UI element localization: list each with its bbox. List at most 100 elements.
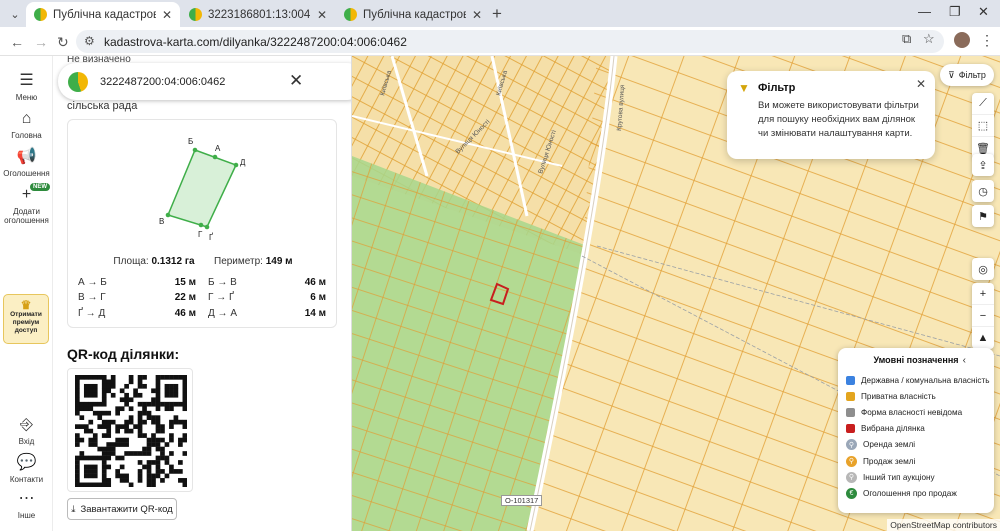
close-tab-icon[interactable]: ✕ <box>472 8 482 22</box>
legend-item: ⚲ Продаж землі <box>846 453 986 469</box>
menu-button[interactable]: ☰ Меню <box>0 72 53 102</box>
download-icon: ⤓ <box>71 503 76 515</box>
left-nav-rail: ☰ Меню ⌂ Головна 📢 Оголошення NEW + Дода… <box>0 56 53 531</box>
collapse-legend-icon[interactable]: ‹ <box>963 355 966 366</box>
funnel-icon: ⊽ <box>948 69 955 80</box>
vertex-label-a: А <box>215 144 221 153</box>
share-icon[interactable]: ⇪ <box>972 154 994 176</box>
draw-line-icon[interactable]: ⟋ <box>972 93 994 115</box>
reload-button[interactable]: ↻ <box>57 34 69 51</box>
segment-edge: Д → А <box>208 308 237 319</box>
vertex-a <box>212 154 218 160</box>
clear-search-icon[interactable]: ✕ <box>289 71 303 91</box>
parcel-polygon <box>166 149 238 228</box>
map-attribution[interactable]: OpenStreetMap contributors <box>887 519 1000 531</box>
segment-edge: Г → Ґ <box>208 292 234 303</box>
browser-menu-icon[interactable]: ⋮ <box>980 32 994 49</box>
vertex-label-b: Б <box>188 137 193 146</box>
profile-avatar[interactable] <box>954 32 970 48</box>
site-favicon-icon <box>34 8 47 21</box>
download-qr-button[interactable]: ⤓ Завантажити QR-код <box>67 498 177 520</box>
vertex-label-v: В <box>159 217 164 226</box>
browser-tab-bar: ⌄ Публічна кадастрова карта Ук ✕ 3223186… <box>0 0 1000 27</box>
login-icon: ⎆ <box>20 416 33 433</box>
close-tab-icon[interactable]: ✕ <box>317 8 327 22</box>
close-tab-icon[interactable]: ✕ <box>162 8 172 22</box>
segment-length: 46 м <box>304 277 326 288</box>
qr-title: QR-код ділянки: <box>67 346 180 362</box>
url-field[interactable]: ⚙ kadastrova-karta.com/dilyanka/32224872… <box>76 30 944 53</box>
site-favicon-icon <box>189 8 202 21</box>
maximize-button[interactable]: ❐ <box>949 4 961 20</box>
segment-length: 46 м <box>174 308 196 319</box>
compass-icon[interactable]: ▲ <box>972 327 994 349</box>
filter-popup-text: Ви можете використовувати фільтри для по… <box>758 100 919 139</box>
area-perimeter-line: Площа: 0.1312 га Периметр: 149 м <box>113 256 293 267</box>
parcel-geometry-card: Б А Д В Г Ґ Площа: 0.1312 га Периметр: 1… <box>67 119 337 328</box>
qr-code-box <box>67 368 193 492</box>
vertex-h <box>198 222 204 228</box>
more-dots-icon: ⋯ <box>18 490 35 507</box>
draw-polygon-icon[interactable]: ⬚ <box>972 115 994 137</box>
hamburger-icon: ☰ <box>19 72 34 89</box>
bookmark-icon[interactable]: ⚑ <box>972 205 994 227</box>
unknown-ownership-swatch <box>846 407 855 417</box>
cadastral-search-bar[interactable]: 3222487200:04:006:0462 ✕ <box>58 63 351 100</box>
home-button[interactable]: ⌂ Головна <box>0 110 53 140</box>
filter-popup-title: Фільтр <box>758 82 796 94</box>
site-info-icon[interactable]: ⚙ <box>84 34 95 48</box>
cadastral-map[interactable]: Київська Київська Вулиця Юності Вулиця Ю… <box>352 56 1000 531</box>
close-popup-icon[interactable]: ✕ <box>916 77 926 91</box>
segment-length: 15 м <box>174 277 196 288</box>
back-button[interactable]: ← <box>10 34 24 50</box>
segment-edge: В → Г <box>78 292 106 303</box>
council-name: сільська рада <box>67 100 138 112</box>
tab-cadastral-3[interactable]: Публічна кадастрова карта Ук ✕ <box>336 2 490 27</box>
vertex-v <box>165 212 171 218</box>
filter-popup: ▼ ✕ Фільтр Ви можете використовувати філ… <box>727 71 935 159</box>
zoom-in-button[interactable]: + <box>972 283 994 305</box>
minimize-button[interactable]: — <box>918 4 931 19</box>
add-ad-button[interactable]: NEW + Додати оголошення <box>0 183 53 225</box>
site-favicon-icon <box>344 8 357 21</box>
search-value[interactable]: 3222487200:04:006:0462 <box>100 76 225 88</box>
ads-button[interactable]: 📢 Оголошення <box>0 148 53 178</box>
history-icon[interactable]: ◷ <box>972 180 994 202</box>
tab-cadastral-2[interactable]: 3223186801:13:004:0076 | Публ ✕ <box>181 2 335 27</box>
site-logo[interactable] <box>68 71 88 92</box>
legend-item: ⚲ Оренда землі <box>846 437 986 453</box>
forward-button[interactable]: → <box>34 34 48 50</box>
segment-length: 22 м <box>174 292 196 303</box>
more-button[interactable]: ⋯ Інше <box>0 490 53 520</box>
url-text: kadastrova-karta.com/dilyanka/3222487200… <box>104 34 407 49</box>
bookmark-star-icon[interactable]: ☆ <box>923 31 935 47</box>
vertex-g <box>204 224 210 230</box>
parcel-shape-diagram: Б А Д В Г Ґ <box>159 137 246 242</box>
legend-item: ⚲ Інший тип аукціону <box>846 469 986 485</box>
selected-parcel-swatch <box>846 424 855 434</box>
tab-search-chevron-icon[interactable]: ⌄ <box>6 5 24 23</box>
zoom-out-button[interactable]: − <box>972 305 994 327</box>
vertex-b <box>192 147 198 153</box>
locate-tool: ◎ <box>972 258 994 280</box>
legend-item: Вибрана ділянка <box>846 421 986 437</box>
bookmark-tool: ⚑ <box>972 205 994 227</box>
megaphone-icon: 📢 <box>16 148 37 165</box>
filter-button[interactable]: ⊽ Фільтр <box>940 64 994 86</box>
sale-ad-pin-icon: € <box>846 487 857 499</box>
tab-cadastral-1[interactable]: Публічна кадастрова карта Ук ✕ <box>26 2 180 27</box>
map-legend: Умовні позначення ‹ Державна / комунальн… <box>838 348 994 513</box>
vertex-label-g: Ґ <box>209 233 213 242</box>
crown-icon: ♛ <box>20 298 32 312</box>
contacts-button[interactable]: 💬 Контакти <box>0 454 53 484</box>
legend-item: Форма власності невідома <box>846 404 986 420</box>
close-window-button[interactable]: ✕ <box>978 4 989 20</box>
new-badge: NEW <box>30 183 50 191</box>
vertex-label-h: Г <box>198 230 203 239</box>
locate-icon[interactable]: ◎ <box>972 258 994 280</box>
premium-access-button[interactable]: ♛ Отримати преміум доступ <box>3 294 49 344</box>
login-button[interactable]: ⎆ Вхід <box>0 416 53 446</box>
new-tab-button[interactable]: + <box>492 4 502 24</box>
legend-item: Приватна власність <box>846 388 986 404</box>
install-app-icon[interactable]: ⧉ <box>902 31 911 47</box>
